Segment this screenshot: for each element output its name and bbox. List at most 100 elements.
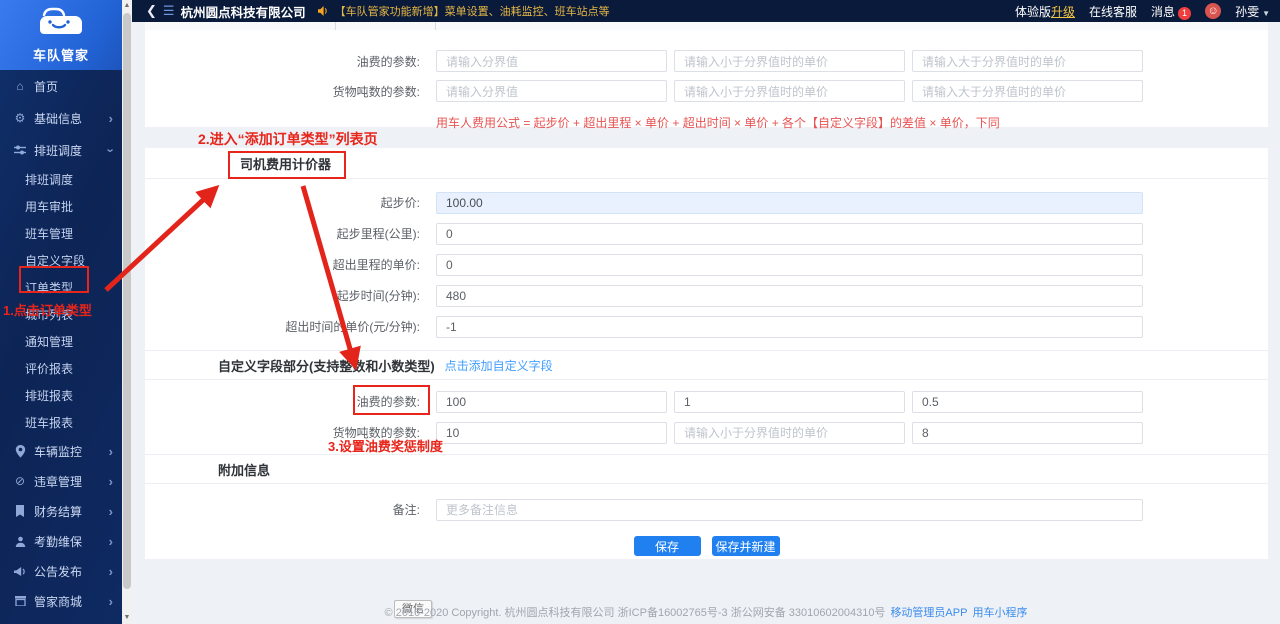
mini-program-link[interactable]: 用车小程序 bbox=[972, 607, 1027, 619]
form-actions: 保存 保存并新建 bbox=[145, 525, 1268, 565]
sidebar-subitem-custom-fields[interactable]: 自定义字段 bbox=[0, 247, 122, 274]
driver-fee-panel: 司机费用计价器 起步价: 100.00 起步里程(公里): 0 超出里程的单价:… bbox=[145, 148, 1268, 559]
extra-info-section-title: 附加信息 bbox=[145, 454, 1268, 484]
sidebar-subitem-vehicle-approval[interactable]: 用车审批 bbox=[0, 193, 122, 220]
sidebar-submenu: 排班调度 用车审批 班车管理 自定义字段 订单类型 城市列表 通知管理 评价报表… bbox=[0, 166, 122, 436]
sidebar-item-violation-mgmt[interactable]: ⊘ 违章管理 › bbox=[0, 466, 122, 496]
fee-formula-note: 用车人费用公式 = 起步价 + 超出里程 × 单价 + 超出时间 × 单价 + … bbox=[436, 116, 1000, 130]
sidebar-scrollbar[interactable]: ▲ ▼ bbox=[122, 0, 132, 624]
bookmark-icon bbox=[12, 505, 28, 517]
gear-icon: ⚙ bbox=[14, 111, 26, 125]
sidebar-item-label: 首页 bbox=[34, 79, 59, 94]
sidebar: 车队管家 ⌂ 首页 ⚙ 基础信息 › 排班调度 › 排班调度 用车审批 班车管理… bbox=[0, 0, 122, 624]
chevron-right-icon: › bbox=[108, 503, 113, 519]
car-logo-icon bbox=[35, 7, 87, 42]
sidebar-item-announcement[interactable]: 公告发布 › bbox=[0, 556, 122, 586]
base-mileage-label: 起步里程(公里): bbox=[336, 227, 420, 241]
main-content: 油费的参数: 请输入分界值 请输入小于分界值时的单价 请输入大于分界值时的单价 … bbox=[132, 22, 1280, 624]
back-icon[interactable]: ❮ bbox=[146, 3, 157, 19]
chevron-right-icon: › bbox=[108, 593, 113, 609]
sidebar-subitem-schedule-report[interactable]: 排班报表 bbox=[0, 382, 122, 409]
clipped-row-above bbox=[145, 22, 1268, 30]
base-time-label: 起步时间(分钟): bbox=[336, 289, 420, 303]
user-fee-panel: 油费的参数: 请输入分界值 请输入小于分界值时的单价 请输入大于分界值时的单价 … bbox=[145, 30, 1268, 130]
tonnage-threshold-input[interactable]: 请输入分界值 bbox=[436, 80, 667, 102]
sidebar-subitem-order-type[interactable]: 订单类型 bbox=[0, 274, 122, 301]
fuel-above-value-input[interactable]: 0.5 bbox=[912, 390, 1143, 413]
base-mileage-input[interactable]: 0 bbox=[436, 222, 1143, 245]
org-list-icon[interactable]: ☰ bbox=[163, 3, 175, 19]
no-entry-icon: ⊘ bbox=[14, 474, 26, 488]
sidebar-subitem-shuttle-report[interactable]: 班车报表 bbox=[0, 409, 122, 436]
chevron-down-icon: › bbox=[103, 147, 119, 153]
chevron-right-icon: › bbox=[108, 443, 113, 459]
tonnage-above-value-input[interactable]: 8 bbox=[912, 421, 1143, 444]
fuel-threshold-input[interactable]: 请输入分界值 bbox=[436, 50, 667, 72]
sidebar-item-mall[interactable]: 管家商城 › bbox=[0, 586, 122, 616]
sliders-icon bbox=[12, 144, 28, 156]
sidebar-subitem-review-report[interactable]: 评价报表 bbox=[0, 355, 122, 382]
fuel-below-price-input[interactable]: 请输入小于分界值时的单价 bbox=[674, 50, 905, 72]
fleet-manager-app: { "topbar": { "back_icon": "❮", "list_ic… bbox=[0, 0, 1280, 624]
excess-time-price-input[interactable]: -1 bbox=[436, 315, 1143, 338]
sidebar-item-basic-info[interactable]: ⚙ 基础信息 › bbox=[0, 102, 122, 134]
excess-time-price-label: 超出时间的单价(元/分钟): bbox=[285, 320, 420, 334]
sidebar-subitem-city-list[interactable]: 城市列表 bbox=[0, 301, 122, 328]
remark-input[interactable]: 更多备注信息 bbox=[436, 498, 1143, 521]
save-and-new-button[interactable]: 保存并新建 bbox=[711, 536, 780, 556]
sidebar-subitem-notice-mgmt[interactable]: 通知管理 bbox=[0, 328, 122, 355]
brand-logo: 车队管家 bbox=[0, 0, 122, 70]
storefront-icon bbox=[12, 596, 28, 606]
sidebar-subitem-shuttle-mgmt[interactable]: 班车管理 bbox=[0, 220, 122, 247]
tonnage-below-price-input[interactable]: 请输入小于分界值时的单价 bbox=[674, 80, 905, 102]
excess-mileage-price-input[interactable]: 0 bbox=[436, 253, 1143, 276]
sidebar-subitem-scheduling[interactable]: 排班调度 bbox=[0, 166, 122, 193]
sidebar-item-scheduling[interactable]: 排班调度 › bbox=[0, 134, 122, 166]
tonnage-above-price-input[interactable]: 请输入大于分界值时的单价 bbox=[912, 80, 1143, 102]
sidebar-item-label: 排班调度 bbox=[34, 143, 83, 158]
messages-link[interactable]: 消息 1 bbox=[1151, 3, 1192, 20]
online-service-link[interactable]: 在线客服 bbox=[1089, 3, 1137, 20]
sidebar-item-attendance[interactable]: 考勤维保 › bbox=[0, 526, 122, 556]
chevron-right-icon: › bbox=[108, 110, 113, 126]
scrollbar-up-arrow[interactable]: ▲ bbox=[122, 0, 132, 12]
megaphone-icon bbox=[12, 566, 28, 577]
topbar: ❮ ☰ 杭州圆点科技有限公司 【车队管家功能新增】菜单设置、油耗监控、班车站点等… bbox=[132, 0, 1280, 22]
add-custom-field-link[interactable]: 点击添加自定义字段 bbox=[445, 357, 553, 374]
sidebar-bottom-group: 车辆监控 › ⊘ 违章管理 › 财务结算 › 考勤维保 › 公告发布 › 管家商… bbox=[0, 436, 122, 616]
footer: 微信 © 2016-2020 Copyright. 杭州圆点科技有限公司 浙IC… bbox=[132, 600, 1280, 622]
remark-label: 备注: bbox=[392, 503, 420, 517]
scrollbar-down-arrow[interactable]: ▼ bbox=[122, 612, 132, 624]
chevron-right-icon: › bbox=[108, 473, 113, 489]
person-icon bbox=[12, 536, 28, 547]
save-button[interactable]: 保存 bbox=[633, 536, 701, 556]
custom-field-rows: 油费的参数: 100 1 0.5 货物吨数的参数: 10 请输入小于分界值时的单… bbox=[145, 380, 1268, 454]
fuel-param-row-label: 油费的参数: bbox=[356, 395, 420, 409]
company-name: 杭州圆点科技有限公司 bbox=[180, 5, 306, 20]
fuel-below-value-input[interactable]: 1 bbox=[674, 390, 905, 413]
caret-down-icon: ▼ bbox=[1262, 8, 1270, 18]
sidebar-item-finance[interactable]: 财务结算 › bbox=[0, 496, 122, 526]
base-time-input[interactable]: 480 bbox=[436, 284, 1143, 307]
base-price-input[interactable]: 100.00 bbox=[436, 191, 1143, 214]
base-price-label: 起步价: bbox=[380, 196, 420, 210]
tonnage-param-label: 货物吨数的参数: bbox=[332, 84, 420, 99]
custom-fields-section-title: 自定义字段部分(支持整数和小数类型) 点击添加自定义字段 bbox=[145, 350, 1268, 380]
chevron-right-icon: › bbox=[108, 533, 113, 549]
scrollbar-thumb[interactable] bbox=[123, 13, 131, 589]
fuel-above-price-input[interactable]: 请输入大于分界值时的单价 bbox=[912, 50, 1143, 72]
location-pin-icon bbox=[12, 444, 28, 458]
sidebar-item-vehicle-monitor[interactable]: 车辆监控 › bbox=[0, 436, 122, 466]
fuel-param-label: 油费的参数: bbox=[356, 54, 420, 69]
sidebar-item-home[interactable]: ⌂ 首页 bbox=[0, 70, 122, 102]
user-menu[interactable]: 孙雯 ▼ bbox=[1235, 3, 1270, 20]
upgrade-link[interactable]: 升级 bbox=[1051, 5, 1075, 19]
tonnage-below-value-input[interactable]: 请输入小于分界值时的单价 bbox=[674, 421, 905, 444]
tonnage-threshold-value-input[interactable]: 10 bbox=[436, 421, 667, 444]
excess-mileage-price-label: 超出里程的单价: bbox=[332, 258, 420, 272]
speaker-icon bbox=[317, 6, 329, 16]
brand-name: 车队管家 bbox=[32, 47, 89, 63]
avatar[interactable]: ☺ bbox=[1205, 3, 1222, 19]
fuel-threshold-value-input[interactable]: 100 bbox=[436, 390, 667, 413]
admin-app-link[interactable]: 移动管理员APP bbox=[890, 607, 967, 619]
